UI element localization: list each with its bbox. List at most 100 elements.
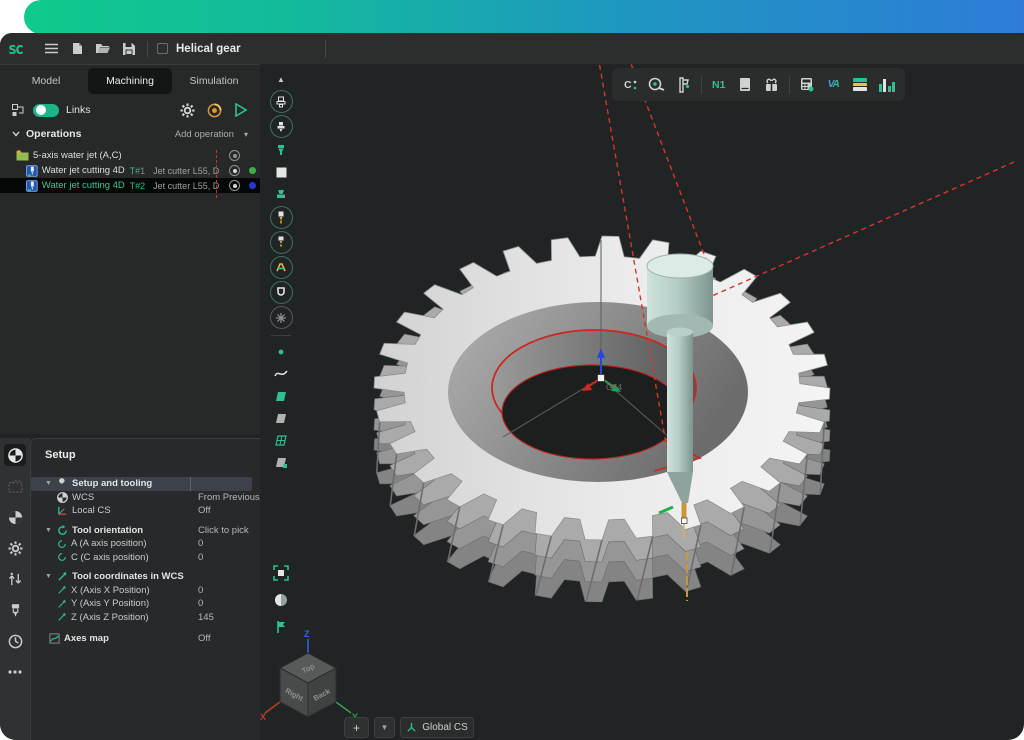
view-cube[interactable]: Top Right Back X Y Z (260, 629, 358, 722)
setup-row-value[interactable]: 0 (198, 552, 260, 563)
gcode-icon[interactable]: N1 (706, 72, 731, 97)
tool-icon[interactable] (4, 599, 26, 621)
snowflake-icon[interactable] (270, 306, 293, 329)
setup-row[interactable]: Z (Axis Z Position) 145 (31, 611, 260, 625)
setup-row[interactable]: Y (Axis Y Position) 0 (31, 597, 260, 611)
tool-holder-icon[interactable] (270, 140, 293, 160)
solids-icon[interactable] (270, 408, 293, 428)
chevron-down-icon[interactable]: ▼ (45, 527, 53, 534)
machining-time-gauge-icon[interactable] (4, 630, 26, 652)
setup-row-axes-map[interactable]: Axes map Off (31, 632, 260, 646)
setup-row-label: A (A axis position) (71, 538, 194, 549)
mesh-icon[interactable] (270, 430, 293, 450)
document-icon[interactable] (733, 72, 758, 97)
add-operation-caret-icon[interactable]: ▾ (244, 130, 248, 139)
measure-tape-icon[interactable] (645, 72, 670, 97)
workpiece-stock-icon[interactable] (270, 281, 293, 304)
run-simulation-icon[interactable] (234, 103, 248, 117)
operation-row-2-selected[interactable]: Water jet cutting 4D - i... T#2 Jet cutt… (0, 178, 260, 193)
scroll-up-icon[interactable]: ▲ (277, 73, 285, 88)
collapse-chevron-icon[interactable] (12, 131, 20, 137)
cs-dropdown-button[interactable]: ▼ (374, 717, 395, 738)
chevron-down-icon[interactable]: ▼ (45, 573, 53, 580)
jet-stream-icon[interactable] (270, 231, 293, 254)
more-options-icon[interactable] (4, 661, 26, 683)
axis-x-icon (57, 585, 67, 595)
setup-row[interactable]: WCS From Previous (31, 491, 260, 505)
local-cs-icon (57, 505, 68, 516)
operation-tool-name: Jet cutter L55, D (153, 181, 225, 191)
setup-row-value[interactable]: Off (198, 633, 260, 644)
links-label: Links (66, 104, 173, 116)
selection-box-icon[interactable] (4, 475, 26, 497)
operation-group-row[interactable]: 5-axis water jet (A,C) (0, 148, 260, 163)
app-window: G54 Top Right Back X Y Z sc (0, 33, 1024, 740)
rotate-a-icon (57, 539, 67, 549)
tab-machining[interactable]: Machining (88, 68, 172, 94)
axis-x-label: X (260, 712, 266, 722)
save-file-button[interactable] (116, 38, 142, 60)
app-logo[interactable]: sc (8, 39, 38, 58)
setup-row-value[interactable]: From Previous (198, 492, 260, 503)
add-operation-button[interactable]: Add operation (175, 129, 234, 140)
fit-view-icon[interactable] (270, 563, 293, 583)
setup-row-group[interactable]: ▼ Tool coordinates in WCS (31, 570, 260, 584)
setup-row-value[interactable]: 0 (198, 538, 260, 549)
wcs-datum-icon[interactable] (4, 444, 26, 466)
statistics-bars-icon[interactable] (875, 72, 900, 97)
fixture-icon[interactable] (270, 184, 293, 204)
machine-head-icon[interactable] (270, 115, 293, 138)
open-file-button[interactable] (90, 38, 116, 60)
flag-icon[interactable] (270, 617, 293, 637)
tab-simulation[interactable]: Simulation (172, 68, 256, 94)
operation-row-1[interactable]: Water jet cutting 4D - ... T#1 Jet cutte… (0, 163, 260, 178)
setup-row-value[interactable] (190, 477, 252, 491)
surfaces-icon[interactable] (270, 386, 293, 406)
setup-row-value[interactable]: 0 (198, 585, 260, 596)
toolpath-transform-icon[interactable] (4, 568, 26, 590)
points-icon[interactable] (270, 342, 293, 362)
caliper-icon[interactable] (671, 72, 696, 97)
recalculate-icon[interactable] (207, 103, 222, 118)
jet-tool-icon[interactable] (270, 206, 293, 229)
new-file-button[interactable] (64, 38, 90, 60)
setup-row[interactable]: A (A axis position) 0 (31, 537, 260, 551)
tab-model[interactable]: Model (4, 68, 88, 94)
setup-row-value[interactable]: 0 (198, 598, 260, 609)
curves-icon[interactable] (270, 364, 293, 384)
setup-row[interactable]: C (C axis position) 0 (31, 551, 260, 565)
links-toggle[interactable] (33, 104, 59, 117)
operation-radio[interactable] (229, 165, 240, 176)
machining-panel: Model Machining Simulation Links Operati… (0, 64, 260, 434)
setup-row-value[interactable]: Off (198, 505, 260, 516)
machining-result-icon[interactable] (270, 452, 293, 472)
operation-radio[interactable] (229, 150, 240, 161)
main-menu-button[interactable] (38, 38, 64, 60)
workpiece-swirl-icon[interactable] (4, 506, 26, 528)
setup-row[interactable]: X (Axis X Position) 0 (31, 584, 260, 598)
setup-row-group[interactable]: ▼ Setup and tooling (31, 477, 252, 491)
calculator-icon[interactable] (795, 72, 820, 97)
operation-radio[interactable] (229, 180, 240, 191)
global-cs-button[interactable]: Global CS (400, 717, 474, 738)
toolkit-icon[interactable] (760, 72, 785, 97)
analysis-curves-icon[interactable]: VA (821, 72, 846, 97)
settings-gear-icon[interactable] (180, 103, 195, 118)
shading-sphere-icon[interactable] (270, 590, 293, 610)
add-cs-button[interactable]: + (344, 717, 369, 738)
operation-status-dot (249, 182, 256, 189)
setup-row-value[interactable]: Click to pick (198, 525, 260, 536)
snap-icon[interactable]: C (618, 72, 643, 97)
machine-visibility-icon[interactable] (270, 90, 293, 113)
workpiece-icon[interactable] (270, 162, 293, 182)
fixture-clamp-icon[interactable] (270, 256, 293, 279)
setup-row-group[interactable]: ▼ Tool orientation Click to pick (31, 524, 260, 538)
wcs-icon (57, 492, 68, 503)
stock-layers-icon[interactable] (848, 72, 873, 97)
chevron-down-icon[interactable]: ▼ (45, 480, 53, 487)
titlebar-separator (147, 41, 148, 57)
setup-row-value[interactable]: 145 (198, 612, 260, 623)
setup-row[interactable]: Local CS Off (31, 504, 260, 518)
contact-node[interactable] (682, 518, 688, 524)
machine-settings-gear-icon[interactable] (4, 537, 26, 559)
